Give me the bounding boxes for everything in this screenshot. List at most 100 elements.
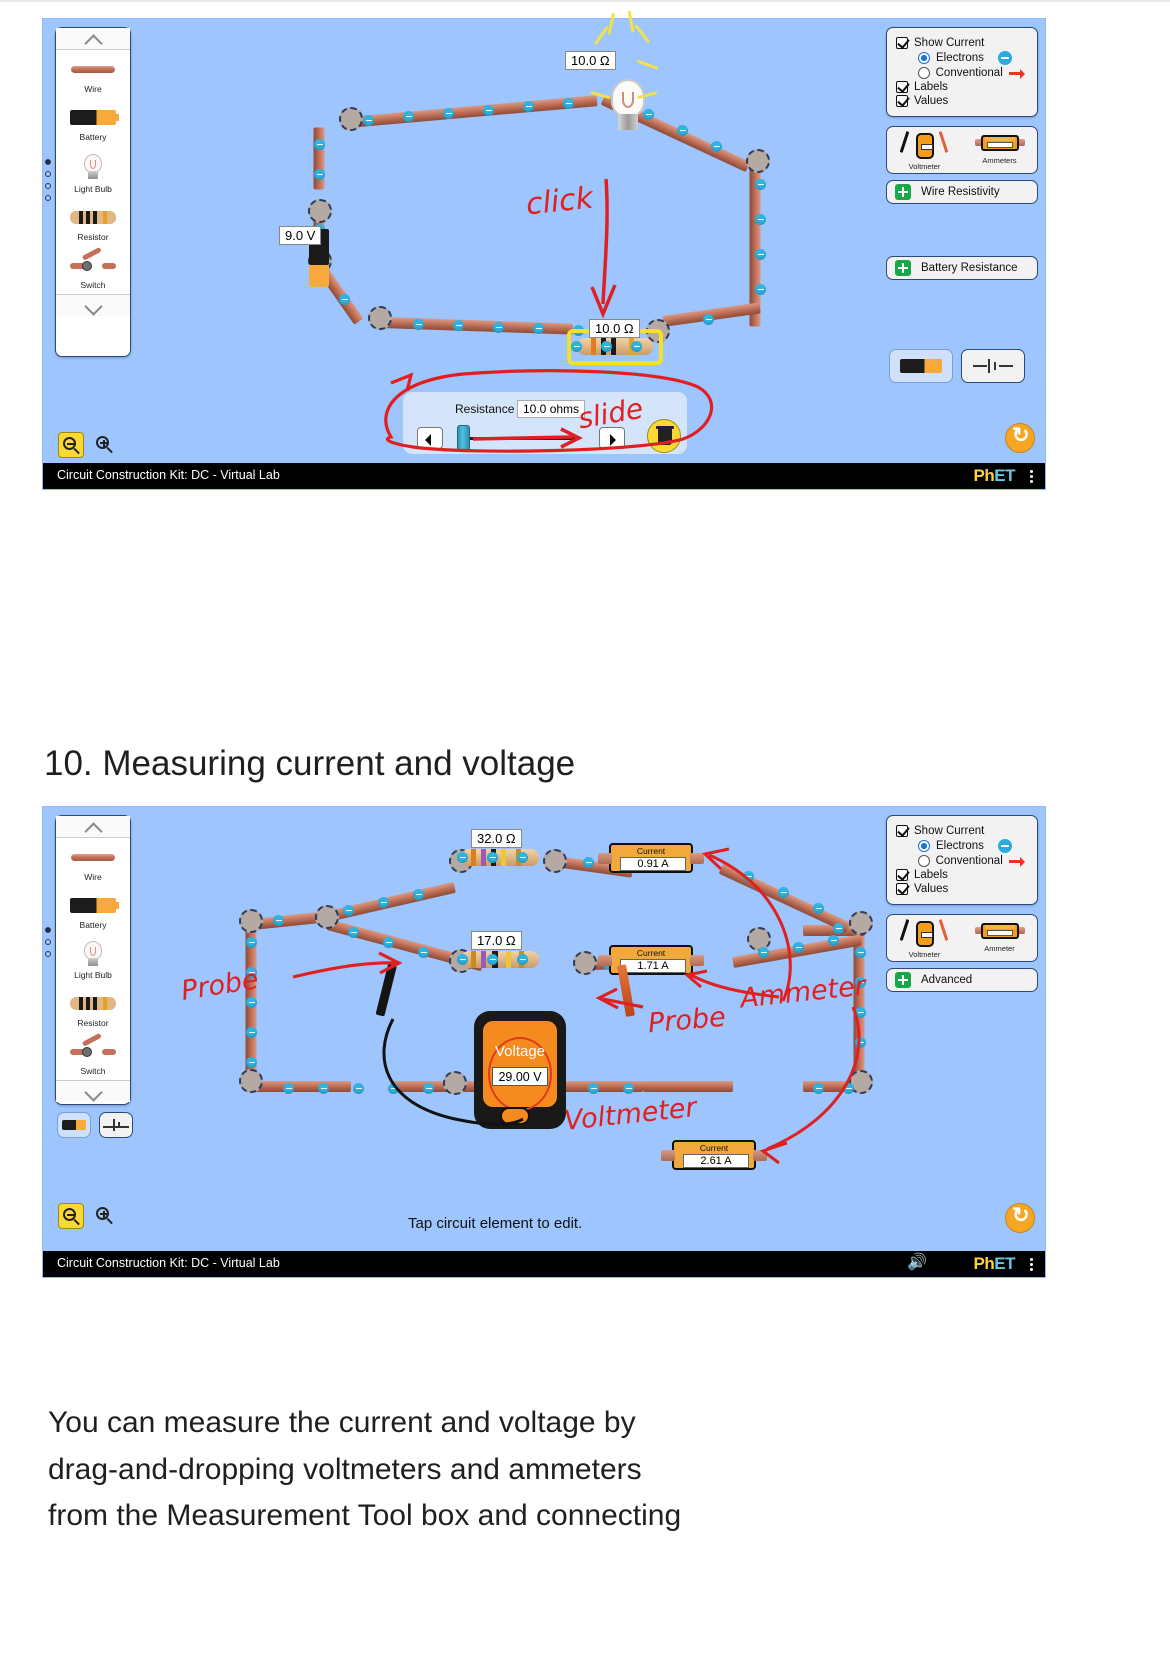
page-dot[interactable] xyxy=(45,183,51,189)
zoom-in-button[interactable] xyxy=(92,1203,118,1229)
page-dot[interactable] xyxy=(45,939,51,945)
wire-segment[interactable] xyxy=(718,863,851,933)
sim1-component-toolbox[interactable]: Wire Battery Light Bulb Resistor Switch xyxy=(55,27,131,357)
toolbox-scroll-down-button[interactable] xyxy=(56,294,130,316)
conventional-radio[interactable]: Conventional xyxy=(918,855,1028,867)
circuit-node[interactable] xyxy=(368,306,392,330)
sim2-component-toolbox[interactable]: Wire Battery Light Bulb Resistor Switch xyxy=(55,815,131,1105)
phet-logo[interactable]: PhET xyxy=(974,466,1016,486)
electrons-radio[interactable]: Electrons xyxy=(918,51,1028,65)
ammeter-bottom[interactable]: Current 2.61 A xyxy=(661,1140,767,1170)
values-checkbox[interactable]: Values xyxy=(896,883,1028,895)
show-current-checkbox[interactable]: Show Current xyxy=(896,825,1028,837)
ammeter-title: Current xyxy=(636,846,666,856)
electron xyxy=(813,1083,824,1094)
conventional-radio[interactable]: Conventional xyxy=(918,67,1028,79)
zoom-in-button[interactable] xyxy=(92,432,118,458)
toolbox-item-battery[interactable]: Battery xyxy=(56,98,130,146)
page-dot[interactable] xyxy=(45,927,51,933)
page-dot[interactable] xyxy=(45,159,51,165)
phet-logo[interactable]: PhET xyxy=(974,1254,1016,1274)
sim2-edit-hint: Tap circuit element to edit. xyxy=(408,1215,583,1232)
decrease-resistance-button[interactable] xyxy=(417,427,443,449)
wire-segment[interactable] xyxy=(382,317,574,335)
wire-icon xyxy=(56,844,130,870)
labels-checkbox[interactable]: Labels xyxy=(896,869,1028,881)
advanced-accordion[interactable]: Advanced xyxy=(886,968,1038,992)
page-dot[interactable] xyxy=(45,171,51,177)
toolbox-item-battery[interactable]: Battery xyxy=(56,886,130,934)
ammeter-top[interactable]: Current 0.91 A xyxy=(598,843,704,873)
toolbox-item-light-bulb[interactable]: Light Bulb xyxy=(56,934,130,984)
battery-resistance-label: Battery Resistance xyxy=(921,262,1018,274)
battery-resistance-accordion[interactable]: Battery Resistance xyxy=(886,256,1038,280)
electrons-radio[interactable]: Electrons xyxy=(918,839,1028,853)
resistance-slider-track[interactable] xyxy=(459,437,579,440)
labels-checkbox[interactable]: Labels xyxy=(896,81,1028,93)
checkbox-icon xyxy=(896,825,908,837)
toolbox-scroll-down-button[interactable] xyxy=(56,1080,130,1102)
sim1-reset-all-button[interactable] xyxy=(1005,423,1035,453)
voltmeter-device[interactable]: Voltage 29.00 V xyxy=(474,1011,566,1131)
lifelike-view-button[interactable] xyxy=(57,1112,91,1138)
wire-segment[interactable] xyxy=(643,1081,733,1092)
circuit-node[interactable] xyxy=(573,951,597,975)
toolbox-item-label: Light Bulb xyxy=(74,970,112,980)
toolbox-scroll-up-button[interactable] xyxy=(56,816,130,838)
circuit-node[interactable] xyxy=(315,905,339,929)
resistance-slider-thumb[interactable] xyxy=(457,425,470,451)
circuit-node[interactable] xyxy=(239,1069,263,1093)
light-ray xyxy=(593,25,609,46)
toolbox-item-wire[interactable]: Wire xyxy=(56,50,130,98)
toolbox-scroll-up-button[interactable] xyxy=(56,28,130,50)
electron xyxy=(755,214,766,225)
circuit-node[interactable] xyxy=(746,149,770,173)
sound-icon[interactable]: 🔊 xyxy=(907,1255,927,1271)
circuit-node[interactable] xyxy=(339,107,363,131)
ammeter-tool[interactable]: Ammeter xyxy=(962,915,1037,961)
toolbox-item-switch[interactable]: Switch xyxy=(56,246,130,294)
zoom-out-button[interactable] xyxy=(58,1203,84,1229)
values-checkbox[interactable]: Values xyxy=(896,95,1028,107)
voltmeter-knob[interactable] xyxy=(500,1107,530,1125)
resistor-mid-value: 17.0 Ω xyxy=(471,931,522,950)
sim2-measurement-toolbox: Voltmeter Ammeter xyxy=(886,914,1038,962)
wire-segment[interactable] xyxy=(326,881,456,922)
sim2-reset-all-button[interactable] xyxy=(1005,1203,1035,1233)
battery-icon xyxy=(900,359,942,373)
circuit-node[interactable] xyxy=(849,911,873,935)
wire-segment[interactable] xyxy=(251,1081,351,1092)
page-dot[interactable] xyxy=(45,951,51,957)
ammeters-tool[interactable]: Ammeters xyxy=(962,127,1037,173)
schematic-view-button[interactable] xyxy=(99,1112,133,1138)
schematic-view-button[interactable] xyxy=(961,349,1025,383)
toolbox-item-switch[interactable]: Switch xyxy=(56,1032,130,1080)
show-current-checkbox[interactable]: Show Current xyxy=(896,37,1028,49)
toolbox-item-light-bulb[interactable]: Light Bulb xyxy=(56,146,130,198)
electron xyxy=(246,1057,257,1068)
toolbox-item-resistor[interactable]: Resistor xyxy=(56,984,130,1032)
page-dot[interactable] xyxy=(45,195,51,201)
circuit-node[interactable] xyxy=(308,199,332,223)
toolbox-item-resistor[interactable]: Resistor xyxy=(56,198,130,246)
wire-segment[interactable] xyxy=(313,127,325,190)
circuit-node[interactable] xyxy=(239,909,263,933)
sim1-toolbox-page-dots[interactable] xyxy=(45,159,51,207)
voltmeter-tool[interactable]: Voltmeter xyxy=(887,127,962,173)
zoom-out-button[interactable] xyxy=(58,432,84,458)
sim2-toolbox-page-dots[interactable] xyxy=(45,927,51,963)
wire-segment[interactable] xyxy=(347,95,598,128)
sim1-menu-button[interactable] xyxy=(1030,468,1033,485)
wire-segment[interactable] xyxy=(252,911,324,930)
light-bulb[interactable] xyxy=(601,79,657,131)
toolbox-item-wire[interactable]: Wire xyxy=(56,838,130,886)
sim2-menu-button[interactable] xyxy=(1030,1256,1033,1273)
voltmeter-black-probe[interactable] xyxy=(375,963,397,1017)
wire-resistivity-accordion[interactable]: Wire Resistivity xyxy=(886,180,1038,204)
delete-component-button[interactable] xyxy=(647,419,681,453)
lifelike-view-button[interactable] xyxy=(889,349,953,383)
voltmeter-tool[interactable]: Voltmeter xyxy=(887,915,962,961)
circuit-node[interactable] xyxy=(543,849,567,873)
ammeter-left-wire xyxy=(598,955,612,966)
circuit-node[interactable] xyxy=(443,1071,467,1095)
